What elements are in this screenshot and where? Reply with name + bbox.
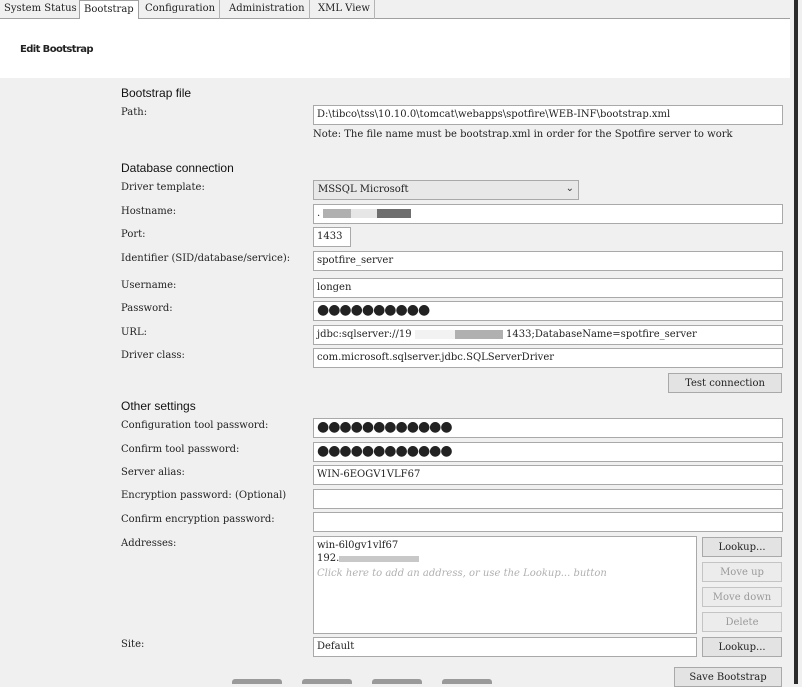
section-bootstrap-file: Bootstrap file xyxy=(121,86,192,100)
move-up-button[interactable]: Move up xyxy=(702,562,782,582)
config-password-field[interactable]: ●●●●●●●●●●●● xyxy=(313,418,783,438)
config-password-label: Configuration tool password: xyxy=(121,420,269,431)
driver-class-label: Driver class: xyxy=(121,350,185,361)
scrollbar[interactable] xyxy=(790,0,802,684)
confirm-encryption-field[interactable] xyxy=(313,512,783,532)
bottom-toolbar-button[interactable] xyxy=(372,679,422,684)
redacted-mask xyxy=(339,555,420,562)
addresses-list[interactable]: win-6l0gv1vlf67 192. Click here to add a… xyxy=(313,536,697,634)
list-item[interactable]: win-6l0gv1vlf67 xyxy=(317,539,693,552)
driver-template-select[interactable]: MSSQL Microsoft ⌄ xyxy=(313,180,579,200)
confirm-password-field[interactable]: ●●●●●●●●●●●● xyxy=(313,442,783,462)
identifier-field[interactable]: spotfire_server xyxy=(313,251,783,271)
address-hint[interactable]: Click here to add an address, or use the… xyxy=(317,568,693,579)
server-alias-field[interactable]: WIN-6EOGV1VLF67 xyxy=(313,465,783,485)
redacted-mask xyxy=(454,330,503,339)
list-item[interactable]: 192. xyxy=(317,552,693,565)
hostname-field[interactable]: . xyxy=(313,204,783,224)
password-field[interactable]: ●●●●●●●●●● xyxy=(313,301,783,321)
section-database-connection: Database connection xyxy=(121,161,234,175)
server-alias-label: Server alias: xyxy=(121,467,185,478)
port-label: Port: xyxy=(121,229,146,240)
username-field[interactable]: longen xyxy=(313,278,783,298)
tab-administration[interactable]: Administration xyxy=(225,0,310,19)
save-bootstrap-button[interactable]: Save Bootstrap xyxy=(674,667,782,687)
bottom-toolbar-button[interactable] xyxy=(232,679,282,684)
chevron-down-icon: ⌄ xyxy=(565,183,574,194)
test-connection-button[interactable]: Test connection xyxy=(668,373,782,393)
bottom-toolbar-button[interactable] xyxy=(302,679,352,684)
hostname-label: Hostname: xyxy=(121,206,177,217)
path-field[interactable]: D:\tibco\tss\10.10.0\tomcat\webapps\spot… xyxy=(313,105,783,125)
address-prefix: 192. xyxy=(317,553,340,564)
lookup-button[interactable]: Lookup... xyxy=(702,537,782,557)
redacted-mask xyxy=(414,330,455,339)
site-field[interactable]: Default xyxy=(313,637,697,657)
header-panel xyxy=(0,19,790,78)
tab-xml-view[interactable]: XML View xyxy=(314,0,375,19)
hostname-value: . xyxy=(317,208,321,219)
encryption-password-label: Encryption password: (Optional) xyxy=(121,490,287,501)
identifier-label: Identifier (SID/database/service): xyxy=(121,253,291,264)
password-label: Password: xyxy=(121,303,173,314)
driver-template-label: Driver template: xyxy=(121,182,205,193)
url-prefix: jdbc:sqlserver://19 xyxy=(317,329,412,340)
encryption-password-field[interactable] xyxy=(313,489,783,509)
port-field[interactable]: 1433 xyxy=(313,227,351,247)
url-label: URL: xyxy=(121,327,147,338)
confirm-encryption-label: Confirm encryption password: xyxy=(121,514,275,525)
addresses-label: Addresses: xyxy=(121,538,177,549)
tab-bar: System Status Bootstrap Configuration Ad… xyxy=(0,0,790,20)
redacted-mask xyxy=(377,209,412,218)
site-lookup-button[interactable]: Lookup... xyxy=(702,637,782,657)
move-down-button[interactable]: Move down xyxy=(702,587,782,607)
driver-class-field[interactable]: com.microsoft.sqlserver.jdbc.SQLServerDr… xyxy=(313,348,783,368)
tab-configuration[interactable]: Configuration xyxy=(141,0,221,19)
tab-bootstrap[interactable]: Bootstrap xyxy=(79,0,139,20)
confirm-password-label: Confirm tool password: xyxy=(121,444,240,455)
path-note: Note: The file name must be bootstrap.xm… xyxy=(313,129,733,140)
site-label: Site: xyxy=(121,639,145,650)
page-title: Edit Bootstrap xyxy=(20,44,94,55)
delete-button[interactable]: Delete xyxy=(702,612,782,632)
url-suffix: 1433;DatabaseName=spotfire_server xyxy=(506,329,697,340)
scrollbar-thumb[interactable] xyxy=(794,0,798,684)
username-label: Username: xyxy=(121,280,177,291)
redacted-mask xyxy=(323,209,352,218)
tab-system-status[interactable]: System Status xyxy=(0,0,82,19)
driver-template-value: MSSQL Microsoft xyxy=(318,184,409,195)
section-other-settings: Other settings xyxy=(121,399,196,413)
url-field[interactable]: jdbc:sqlserver://19 1433;DatabaseName=sp… xyxy=(313,325,783,345)
bottom-toolbar-button[interactable] xyxy=(442,679,492,684)
redacted-mask xyxy=(351,209,378,218)
path-label: Path: xyxy=(121,107,148,118)
